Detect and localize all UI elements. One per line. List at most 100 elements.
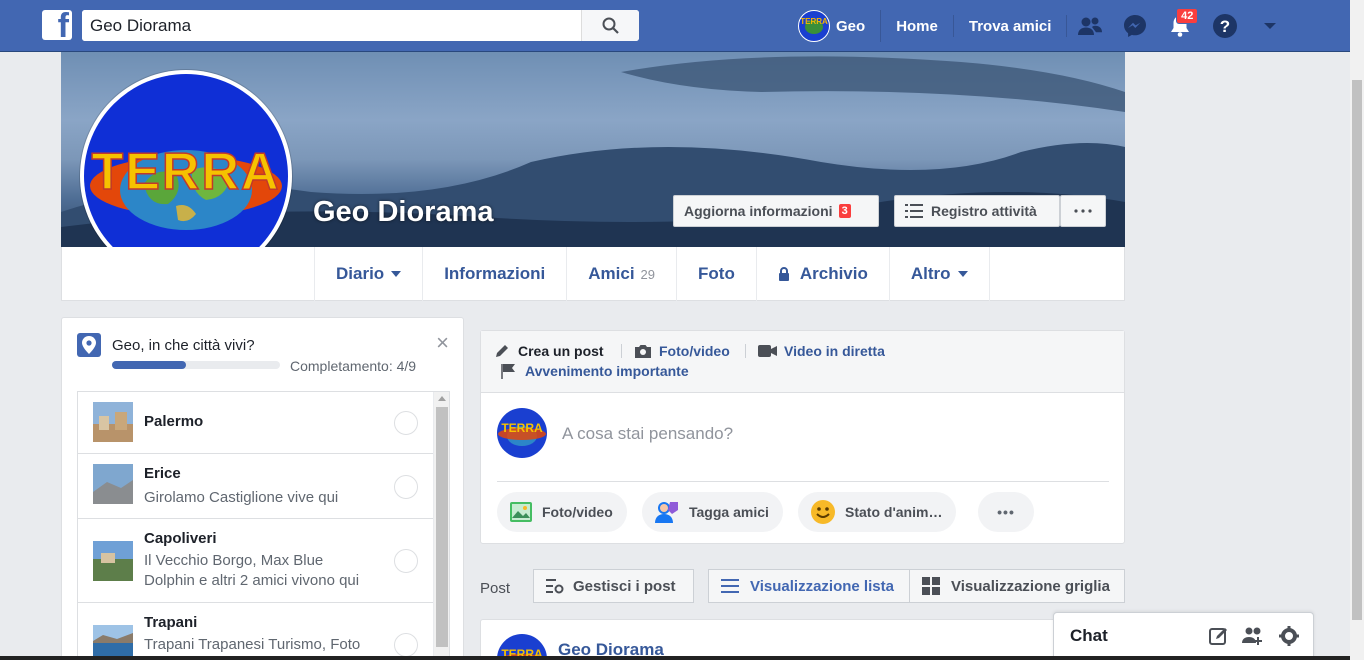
create-post-tab[interactable]: Crea un post bbox=[494, 343, 604, 359]
feeling-activity-button[interactable]: Stato d'anim… bbox=[798, 492, 957, 532]
manage-settings-icon bbox=[546, 579, 564, 594]
new-group-icon[interactable] bbox=[1242, 626, 1264, 646]
city-radio[interactable] bbox=[394, 633, 418, 657]
posts-toolbar: Post Gestisci i post Visualizzazione lis… bbox=[480, 569, 1125, 603]
search-box bbox=[82, 10, 639, 41]
composer-input[interactable]: A cosa stai pensando? bbox=[562, 424, 733, 444]
more-options-button[interactable] bbox=[1060, 195, 1106, 227]
photo-video-tab[interactable]: Foto/video bbox=[634, 343, 730, 359]
avatar[interactable]: TERRA bbox=[497, 408, 547, 458]
tag-friends-icon bbox=[655, 502, 678, 523]
chat-label: Chat bbox=[1070, 626, 1108, 645]
tab-timeline[interactable]: Diario bbox=[314, 247, 422, 301]
city-name: Palermo bbox=[144, 413, 204, 430]
list-view-button[interactable]: Visualizzazione lista bbox=[708, 569, 910, 603]
close-icon[interactable]: × bbox=[436, 330, 449, 356]
city-radio[interactable] bbox=[394, 475, 418, 499]
city-thumbnail bbox=[93, 402, 133, 442]
tab-label: Amici bbox=[588, 264, 635, 283]
messages-button[interactable] bbox=[1112, 10, 1157, 42]
messenger-icon bbox=[1123, 15, 1146, 37]
nav-find-friends-link[interactable]: Trova amici bbox=[954, 15, 1068, 37]
search-input[interactable] bbox=[82, 10, 580, 41]
profile-name[interactable]: Geo Diorama bbox=[313, 196, 494, 229]
photo-video-pill-label: Foto/video bbox=[542, 504, 613, 520]
manage-posts-button[interactable]: Gestisci i post bbox=[533, 569, 694, 603]
gear-icon[interactable] bbox=[1279, 626, 1299, 646]
more-composer-options-button[interactable]: ••• bbox=[978, 492, 1034, 532]
city-subtitle: Girolamo Castiglione vive qui bbox=[144, 489, 339, 506]
compose-message-icon[interactable] bbox=[1209, 626, 1229, 646]
notifications-button[interactable]: 42 bbox=[1157, 8, 1202, 42]
list-icon bbox=[905, 204, 923, 218]
life-event-label: Avvenimento importante bbox=[525, 363, 689, 379]
list-item[interactable]: Capoliveri Il Vecchio Borgo, Max Blue Do… bbox=[78, 519, 449, 603]
tab-archive[interactable]: Archivio bbox=[755, 247, 889, 301]
friends-icon bbox=[1077, 17, 1102, 35]
tag-friends-pill-label: Tagga amici bbox=[689, 504, 769, 520]
help-button[interactable]: ? bbox=[1202, 10, 1247, 42]
city-radio[interactable] bbox=[394, 549, 418, 573]
update-info-button[interactable]: Aggiorna informazioni 3 bbox=[673, 195, 879, 227]
tab-photos[interactable]: Foto bbox=[676, 247, 756, 301]
search-button[interactable] bbox=[581, 10, 639, 41]
feeling-pill-label: Stato d'anim… bbox=[845, 504, 943, 520]
city-prompt-card: Geo, in che città vivi? × Completamento:… bbox=[61, 317, 464, 660]
city-name: Erice bbox=[144, 465, 181, 482]
avatar-logo-text: TERRA bbox=[91, 142, 281, 202]
city-subtitle: Trapani Trapanesi Turismo, Foto bbox=[144, 636, 361, 653]
photo-icon bbox=[510, 502, 532, 522]
avatar: TERRA bbox=[798, 10, 830, 42]
city-name: Trapani bbox=[144, 614, 198, 631]
tab-label: Altro bbox=[910, 264, 951, 283]
facebook-logo-icon[interactable]: f bbox=[42, 10, 72, 40]
live-video-tab[interactable]: Video in diretta bbox=[758, 343, 885, 359]
tab-friends[interactable]: Amici 29 bbox=[566, 247, 676, 301]
life-event-tab[interactable]: Avvenimento importante bbox=[501, 363, 689, 379]
chat-sidebar-tab[interactable]: Chat bbox=[1053, 612, 1314, 660]
city-radio[interactable] bbox=[394, 411, 418, 435]
tab-label: Foto bbox=[698, 264, 735, 283]
manage-posts-label: Gestisci i post bbox=[573, 577, 676, 595]
list-item[interactable]: Erice Girolamo Castiglione vive qui bbox=[78, 454, 449, 519]
pencil-icon bbox=[496, 345, 508, 357]
activity-log-button[interactable]: Registro attività bbox=[894, 195, 1060, 227]
svg-text:TERRA: TERRA bbox=[800, 17, 828, 26]
completion-label: Completamento: 4/9 bbox=[290, 358, 417, 374]
caret-down-icon bbox=[1263, 23, 1276, 29]
photo-video-button[interactable]: Foto/video bbox=[497, 492, 627, 532]
post-composer: Crea un post Foto/video Video in diretta… bbox=[480, 330, 1125, 544]
account-menu-button[interactable] bbox=[1247, 10, 1292, 42]
post-card: TERRA Geo Diorama bbox=[480, 619, 1125, 660]
caret-down-icon bbox=[391, 271, 402, 277]
grid-view-button[interactable]: Visualizzazione griglia bbox=[909, 569, 1125, 603]
page-scrollbar[interactable] bbox=[1350, 0, 1364, 660]
nav-home-link[interactable]: Home bbox=[881, 15, 954, 37]
composer-header: Crea un post Foto/video Video in diretta… bbox=[481, 331, 1124, 393]
grid-view-label: Visualizzazione griglia bbox=[951, 577, 1110, 595]
tab-about[interactable]: Informazioni bbox=[422, 247, 566, 301]
activity-log-label: Registro attività bbox=[931, 203, 1037, 219]
notifications-badge: 42 bbox=[1176, 8, 1199, 24]
list-item[interactable]: Palermo bbox=[78, 392, 449, 454]
city-thumbnail bbox=[93, 625, 133, 660]
location-pin-icon bbox=[77, 333, 101, 357]
help-icon: ? bbox=[1212, 14, 1237, 38]
tab-more[interactable]: Altro bbox=[888, 247, 990, 301]
search-icon bbox=[602, 17, 619, 34]
svg-text:?: ? bbox=[1220, 17, 1230, 36]
top-nav-right: TERRA Geo Home Trova amici 42 ? bbox=[798, 8, 1292, 42]
city-suggestion-list: Palermo Erice Girolamo Castiglione vive … bbox=[77, 391, 450, 660]
grid-view-icon bbox=[922, 577, 940, 595]
city-name: Capoliveri bbox=[144, 530, 217, 547]
top-navigation-bar: f TERRA Geo Home Trova amici 42 ? bbox=[0, 0, 1350, 52]
list-item[interactable]: Trapani Trapani Trapanesi Turismo, Foto bbox=[78, 603, 449, 660]
profile-tabs-bar: Diario Informazioni Amici 29 Foto Archivi… bbox=[61, 247, 1125, 301]
update-info-badge: 3 bbox=[838, 204, 851, 218]
city-list-scrollbar[interactable] bbox=[433, 392, 449, 660]
tag-friends-button[interactable]: Tagga amici bbox=[642, 492, 783, 532]
smiley-icon bbox=[811, 500, 835, 524]
nav-profile-link[interactable]: TERRA Geo bbox=[798, 10, 882, 42]
friend-requests-button[interactable] bbox=[1067, 10, 1112, 42]
camera-icon bbox=[635, 345, 651, 358]
